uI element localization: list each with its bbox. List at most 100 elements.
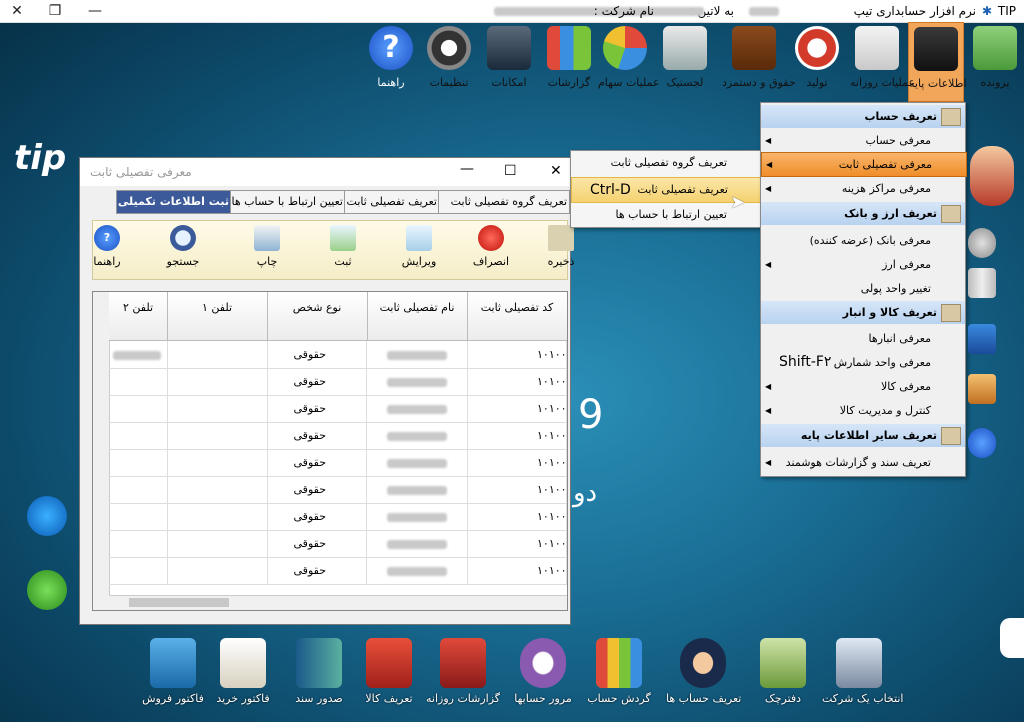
support-24-icon[interactable] [27, 496, 67, 536]
app-logo-icon: ✱ [981, 4, 992, 18]
column-header-phone-2[interactable]: تلفن ۲ [109, 292, 168, 341]
table-row[interactable]: ۱۰۱۰۰۴حقوقی [109, 422, 567, 450]
tip-logo-icon: tip [14, 138, 67, 178]
calculator-icon[interactable] [968, 324, 996, 354]
dock-define-accounts[interactable]: تعریف حساب ها [666, 638, 741, 705]
truck-icon [663, 26, 707, 70]
submenu-arrow-icon: ◀ [765, 382, 772, 391]
submenu-shortcut: Ctrl-D [590, 182, 631, 198]
toolbar-shares[interactable]: عملیات سهام [598, 22, 660, 100]
house-icon [548, 225, 574, 251]
submenu-item-group[interactable]: تعریف گروه تفصیلی ثابت [571, 151, 761, 175]
table-row[interactable]: ۱۰۱۰۰۹حقوقی [109, 557, 567, 585]
fixed-detail-submenu: تعریف گروه تفصیلی ثابت تعریف تفصیلی ثابت… [570, 150, 763, 228]
toolbar-settings[interactable]: تنظیمات [422, 22, 476, 100]
shield-check-icon[interactable] [27, 570, 67, 610]
dock-define-goods[interactable]: تعریف کالا [352, 638, 426, 705]
menu-header-other-base-info: تعریف سایر اطلاعات پایه [761, 424, 965, 447]
dock-browse-accounts[interactable]: مرور حسابها [506, 638, 580, 705]
table-row[interactable]: ۱۰۱۰۰۷حقوقی [109, 503, 567, 531]
cancel-icon [478, 225, 504, 251]
table-row[interactable]: ۱۰۱۰۰۱حقوقی [109, 341, 567, 369]
bar-chart-icon [547, 26, 591, 70]
chart-icon [596, 638, 642, 688]
menu-item-change-currency-unit[interactable]: تغییر واحد پولی [761, 277, 965, 300]
toolbar-production[interactable]: تولید [790, 22, 844, 100]
toolbar-base-info[interactable]: اطلاعات پایه [908, 22, 967, 102]
scroll-thumb[interactable] [129, 598, 229, 607]
menu-item-goods-control[interactable]: کنترل و مدیریت کالا ◀ [761, 399, 965, 422]
menu-item-bank[interactable]: معرفی بانک (عرضه کننده) [761, 229, 965, 252]
window-minimize-icon[interactable]: — [460, 161, 474, 177]
dock-account-turnover[interactable]: گردش حساب [582, 638, 656, 705]
table-row[interactable]: ۱۰۱۰۰۲حقوقی [109, 368, 567, 396]
help-button[interactable]: ? راهنما [79, 225, 135, 268]
register-button[interactable]: ثبت [315, 225, 371, 268]
menu-item-fixed-detail[interactable]: معرفی تفصیلی ثابت ◀ [761, 152, 967, 177]
user-avatar-icon[interactable] [970, 146, 1014, 206]
toolbar-features[interactable]: امکانات [482, 22, 536, 100]
menu-item-smart-reports[interactable]: تعریف سند و گزارشات هوشمند ◀ [761, 451, 965, 474]
column-header-name[interactable]: نام تفصیلی ثابت [367, 292, 468, 341]
print-button[interactable]: چاپ [239, 225, 295, 268]
dock-sales-invoice[interactable]: فاکتور فروش [136, 638, 210, 705]
dock-checkbook[interactable]: دفترچک [746, 638, 820, 705]
restore-icon[interactable]: ❐ [40, 0, 70, 22]
column-header-person-type[interactable]: نوع شخص [267, 292, 368, 341]
menu-item-define-account[interactable]: معرفی حساب ◀ [761, 129, 965, 152]
teamviewer-icon[interactable] [1000, 618, 1024, 658]
company-label: نام شرکت : [593, 4, 654, 18]
archive-icon[interactable] [968, 268, 996, 298]
window-maximize-icon[interactable]: ☐ [504, 163, 517, 179]
money-icon [760, 638, 806, 688]
table-row[interactable]: ۱۰۱۰۰۵حقوقی [109, 449, 567, 477]
table-row[interactable]: ۱۰۱۰۰۳حقوقی [109, 395, 567, 423]
toolbar-payroll[interactable]: حقوق و دستمزد [722, 22, 796, 100]
menu-item-count-unit[interactable]: معرفی واحد شمارش Shift-F۲ [761, 351, 965, 374]
toolbar-help[interactable]: ? راهنما [364, 22, 418, 100]
toolbar-daily-ops[interactable]: عملیات روزانه [850, 22, 915, 100]
cancel-button[interactable]: انصراف [463, 225, 519, 268]
close-icon[interactable]: ✕ [2, 0, 32, 22]
tab-fixed-detail[interactable]: تعریف تفصیلی ثابت [344, 190, 440, 214]
save-button[interactable]: ذخیره [533, 225, 589, 268]
fixed-detail-window: معرفی تفصیلی ثابت ✕ ☐ — ثبت اطلاعات تکمی… [79, 157, 574, 625]
toolbar-reports[interactable]: گزارشات [542, 22, 596, 100]
power-icon[interactable] [968, 428, 996, 458]
tab-fixed-detail-group[interactable]: تعریف گروه تفصیلی ثابت [438, 190, 570, 214]
window-close-icon[interactable]: ✕ [550, 163, 562, 179]
minimize-icon[interactable]: — [80, 0, 110, 22]
disk-icon[interactable] [968, 228, 996, 258]
tab-account-links[interactable]: تعیین ارتباط با حساب ها [230, 190, 346, 214]
app-code: TIP [997, 4, 1016, 18]
edit-button[interactable]: ویرایش [391, 225, 447, 268]
table-row[interactable]: ۱۰۱۰۰۸حقوقی [109, 530, 567, 558]
phonebook-icon[interactable] [968, 374, 996, 404]
box-icon [941, 304, 961, 322]
vertical-scrollbar[interactable] [93, 292, 110, 610]
table-row[interactable]: ۱۰۱۰۰۶حقوقی [109, 476, 567, 504]
menu-item-currency[interactable]: معرفی ارز ◀ [761, 253, 965, 276]
horizontal-scrollbar[interactable] [109, 595, 567, 610]
toolbar-file[interactable]: پرونده [968, 22, 1022, 100]
background-fragment: دو [573, 478, 598, 508]
toolbar-logistics[interactable]: لجستیک [658, 22, 712, 100]
submenu-arrow-icon: ◀ [765, 136, 772, 145]
column-header-code[interactable]: کد تفصیلی ثابت [467, 292, 567, 341]
column-header-phone-1[interactable]: تلفن ۱ [167, 292, 268, 341]
title-bar: TIP ✱ نرم افزار حسابداری تیپ به لاتین : … [0, 0, 1024, 23]
tab-extra-info[interactable]: ثبت اطلاعات تکمیلی [116, 190, 232, 214]
menu-header-currency-bank: تعریف ارز و بانک [761, 202, 965, 225]
dock-issue-voucher[interactable]: صدور سند [282, 638, 356, 705]
menu-shortcut: Shift-F۲ [779, 354, 832, 370]
app-name: نرم افزار حسابداری تیپ [853, 4, 976, 18]
documents-icon [855, 26, 899, 70]
dock-purchase-invoice[interactable]: فاکتور خرید [206, 638, 280, 705]
dock-daily-reports[interactable]: گزارشات روزانه [426, 638, 500, 705]
menu-item-warehouses[interactable]: معرفی انبارها [761, 327, 965, 350]
menu-item-cost-centers[interactable]: معرفی مراکز هزینه ◀ [761, 177, 965, 200]
menu-item-goods[interactable]: معرفی کالا ◀ [761, 375, 965, 398]
search-button[interactable]: جستجو [155, 225, 211, 268]
menu-header-goods-warehouse: تعریف کالا و انبار [761, 301, 965, 324]
dock-select-company[interactable]: انتخاب یک شرکت [822, 638, 903, 705]
